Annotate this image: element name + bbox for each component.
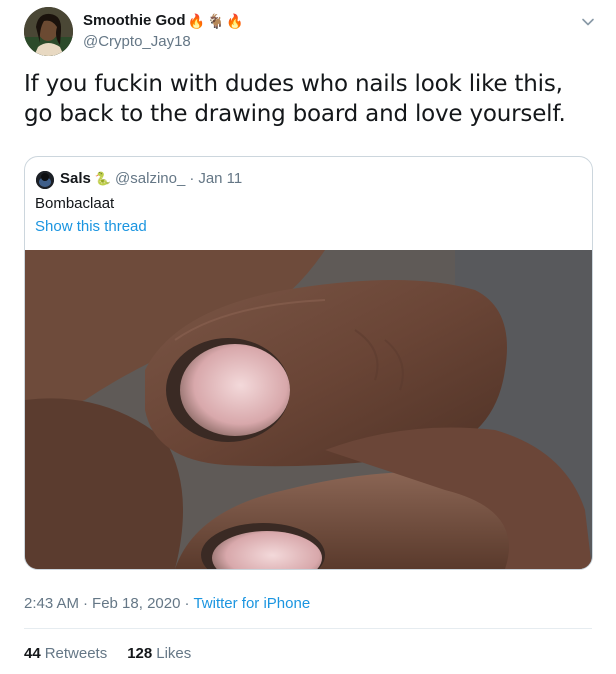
likes-stat[interactable]: 128 Likes — [127, 645, 191, 662]
snake-emoji: 🐍 — [94, 170, 112, 186]
author-display-name[interactable]: Smoothie God — [83, 12, 186, 29]
tweet: Smoothie God 🔥 🐐 🔥 @Crypto_Jay18 If you … — [0, 0, 616, 674]
quoted-media-image[interactable] — [25, 250, 592, 569]
divider — [24, 628, 592, 629]
quoted-header: Sals 🐍 @salzino_ · Jan 11 — [60, 170, 242, 187]
quoted-author-avatar[interactable] — [36, 171, 54, 189]
tweet-time[interactable]: 2:43 AM — [24, 595, 79, 612]
tweet-text: If you fuckin with dudes who nails look … — [24, 71, 566, 127]
author-handle[interactable]: @Crypto_Jay18 — [83, 33, 191, 50]
fire-emoji: 🔥 — [187, 12, 205, 29]
separator-dot: · — [184, 595, 190, 612]
quoted-author-handle[interactable]: @salzino_ — [115, 170, 185, 187]
chevron-down-icon[interactable] — [580, 14, 596, 30]
retweets-stat[interactable]: 44 Retweets — [24, 645, 107, 662]
quoted-author-name[interactable]: Sals — [60, 170, 91, 187]
retweets-count: 44 — [24, 645, 41, 662]
show-thread-link[interactable]: Show this thread — [35, 218, 147, 235]
quoted-date[interactable]: Jan 11 — [198, 170, 242, 187]
tweet-date[interactable]: Feb 18, 2020 — [92, 595, 180, 612]
retweets-label: Retweets — [44, 645, 108, 662]
separator-dot: · — [189, 170, 195, 187]
author-name-row[interactable]: Smoothie God 🔥 🐐 🔥 — [83, 12, 244, 29]
quoted-tweet-card[interactable]: Sals 🐍 @salzino_ · Jan 11 Bombaclaat Sho… — [24, 156, 593, 570]
fire-emoji: 🔥 — [226, 12, 244, 29]
tweet-source-link[interactable]: Twitter for iPhone — [193, 595, 310, 612]
goat-emoji: 🐐 — [206, 12, 225, 29]
tweet-stats: 44 Retweets 128 Likes — [24, 645, 191, 662]
likes-label: Likes — [156, 645, 192, 662]
separator-dot: · — [83, 595, 89, 612]
tweet-timestamp: 2:43 AM · Feb 18, 2020 · Twitter for iPh… — [24, 595, 310, 612]
quoted-text: Bombaclaat — [35, 195, 115, 212]
author-avatar[interactable] — [24, 7, 73, 56]
likes-count: 128 — [127, 645, 153, 662]
